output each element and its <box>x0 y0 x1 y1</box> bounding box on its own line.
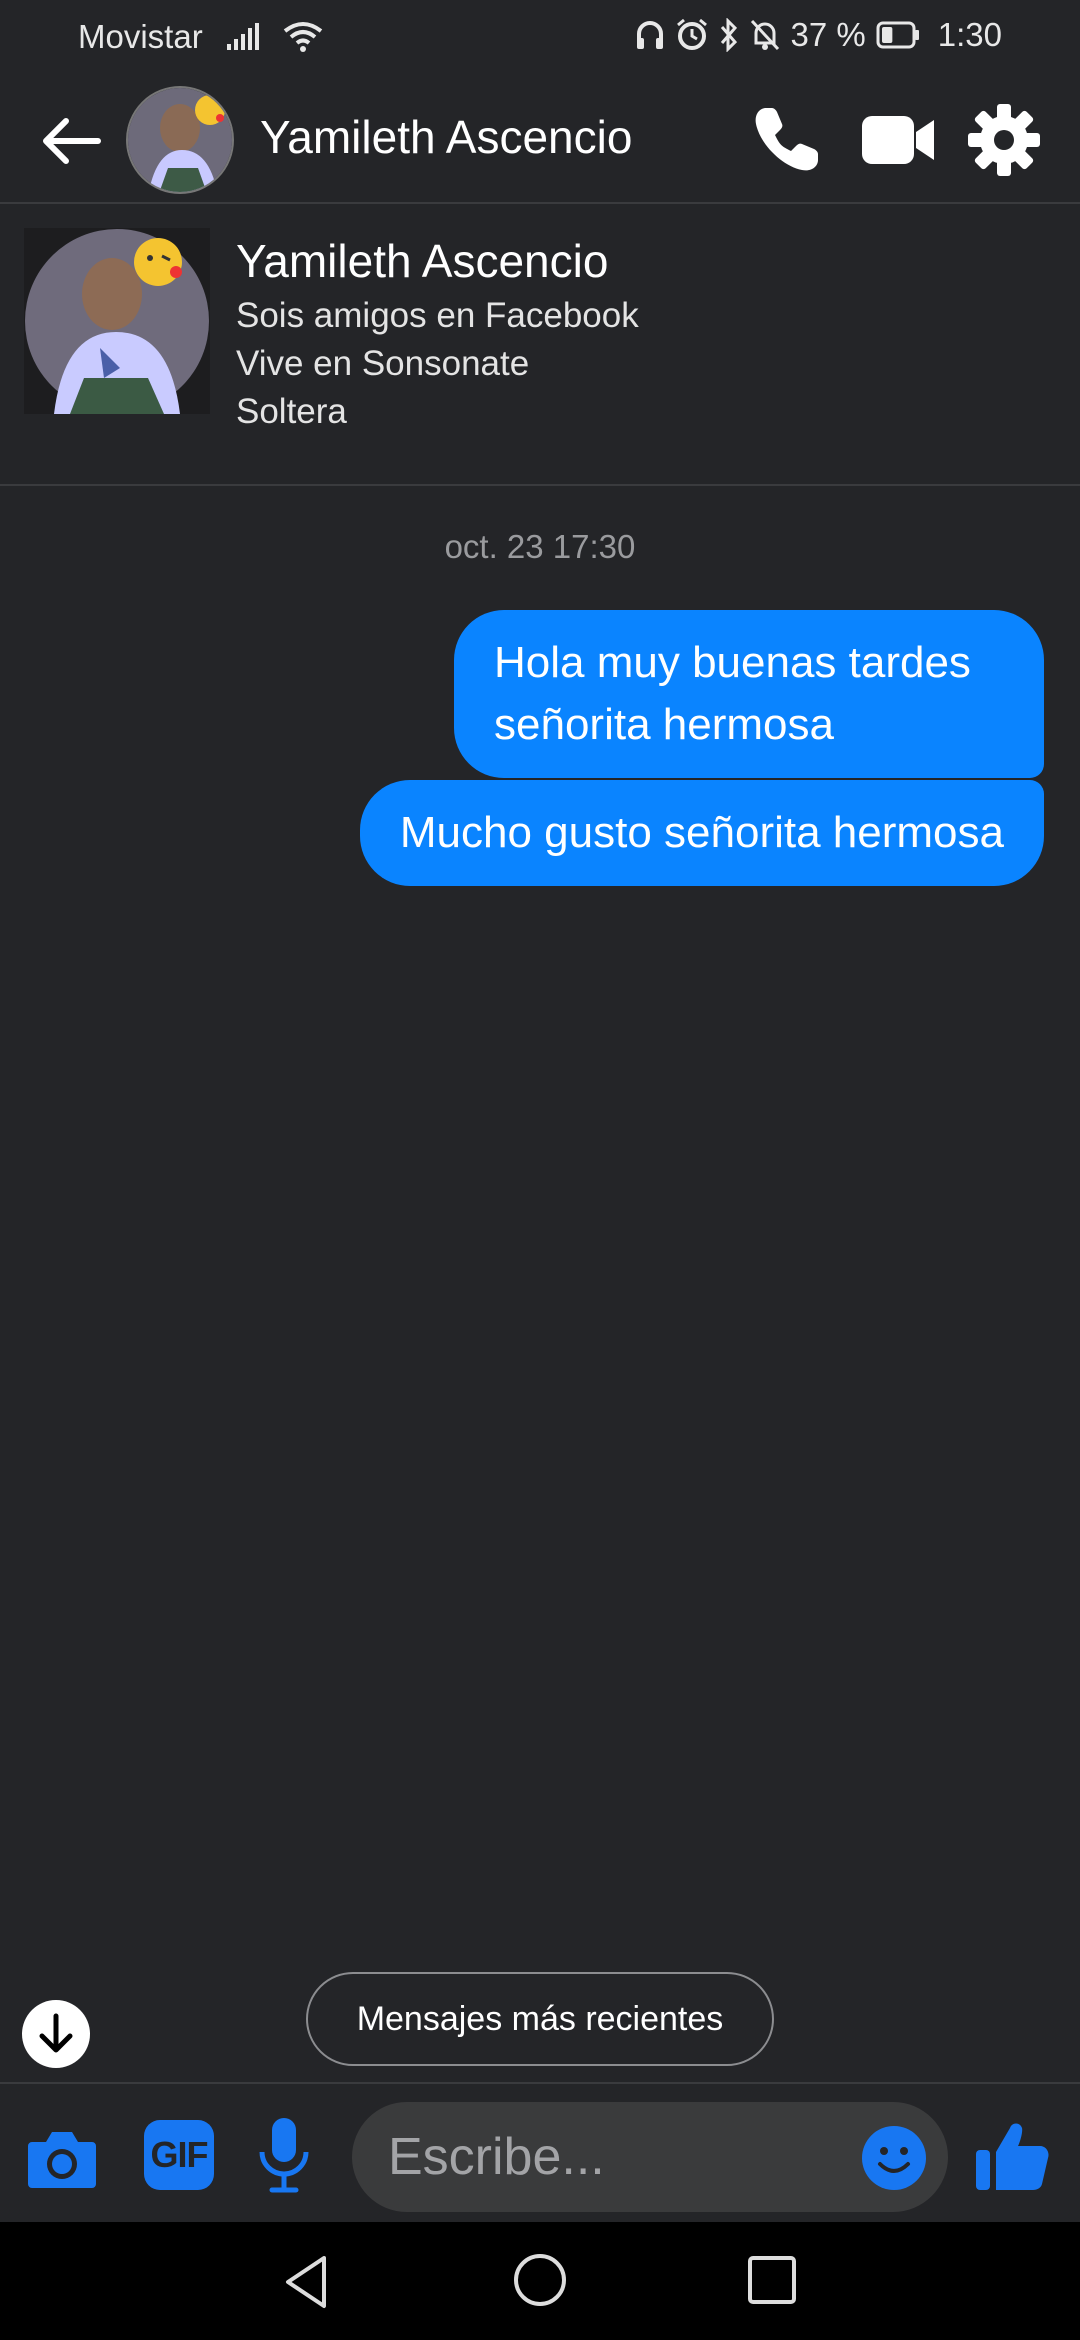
phone-icon <box>755 108 818 171</box>
thumbs-up-icon <box>976 2123 1049 2190</box>
contact-profile-card: Yamileth Ascencio Sois amigos en Faceboo… <box>0 206 1080 486</box>
like-button[interactable] <box>972 2114 1052 2194</box>
back-arrow-icon <box>43 118 101 164</box>
avatar-photo <box>128 88 232 192</box>
clock: 1:30 <box>937 16 1002 53</box>
settings-button[interactable] <box>964 100 1044 180</box>
message-timestamp: oct. 23 17:30 <box>444 528 636 565</box>
newer-messages-label: Mensajes más recientes <box>356 1999 724 2038</box>
profile-photo-image <box>24 228 210 414</box>
silent-bell-icon <box>750 19 779 51</box>
location: Vive en Sonsonate <box>236 344 530 383</box>
newer-messages-button[interactable]: Mensajes más recientes <box>306 1972 774 2066</box>
profile-name: Yamileth Ascencio <box>236 235 609 287</box>
video-call-button[interactable] <box>858 102 938 178</box>
emoji-icon <box>862 2126 926 2190</box>
scroll-to-bottom-button[interactable] <box>22 2000 90 2068</box>
battery-percent: 37 % <box>790 16 866 53</box>
message-composer: GIF <box>0 2082 1080 2222</box>
contact-name[interactable]: Yamileth Ascencio <box>260 110 632 164</box>
carrier-name: Movistar <box>78 18 203 55</box>
emoji-button[interactable] <box>860 2124 928 2192</box>
microphone-icon <box>259 2118 309 2193</box>
camera-icon <box>28 2132 96 2188</box>
battery-icon <box>876 21 919 49</box>
system-navigation-bar <box>0 2222 1080 2340</box>
square-recents-icon <box>748 2256 796 2304</box>
camera-button[interactable] <box>24 2120 100 2196</box>
relationship-status: Soltera <box>236 392 347 431</box>
voice-message-button[interactable] <box>254 2114 314 2196</box>
headphones-icon <box>636 21 663 49</box>
message-input[interactable] <box>388 2102 858 2212</box>
friends-status: Sois amigos en Facebook <box>236 296 639 335</box>
signal-icon <box>226 23 259 50</box>
gif-label: GIF <box>150 2134 209 2175</box>
back-button[interactable] <box>36 106 106 176</box>
status-bar: Movistar 37 % 1:30 <box>0 0 1080 76</box>
message-input-container <box>352 2102 948 2212</box>
sent-message[interactable]: Hola muy buenas tardes señorita hermosa <box>454 610 1044 778</box>
gear-icon <box>968 104 1040 176</box>
arrow-down-icon <box>39 2013 73 2053</box>
bluetooth-icon <box>720 18 737 52</box>
system-back-button[interactable] <box>278 2252 338 2312</box>
profile-photo[interactable] <box>24 228 210 414</box>
circle-home-icon <box>514 2254 566 2306</box>
system-recents-button[interactable] <box>744 2252 800 2308</box>
triangle-back-icon <box>286 2256 326 2308</box>
gif-button[interactable]: GIF <box>144 2120 214 2190</box>
voice-call-button[interactable] <box>748 102 824 178</box>
wifi-icon <box>283 22 322 52</box>
avatar[interactable] <box>126 86 234 194</box>
chat-header: Yamileth Ascencio <box>0 76 1080 204</box>
video-camera-icon <box>862 116 934 164</box>
system-home-button[interactable] <box>510 2250 570 2310</box>
sent-message[interactable]: Mucho gusto señorita hermosa <box>359 780 1044 886</box>
alarm-icon <box>676 18 707 50</box>
